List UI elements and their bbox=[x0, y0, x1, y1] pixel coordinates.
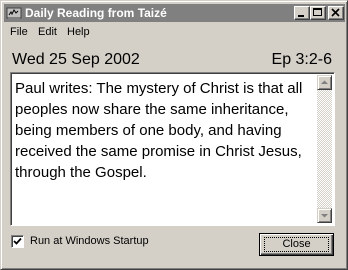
close-window-button[interactable] bbox=[328, 6, 344, 20]
vertical-scrollbar[interactable] bbox=[317, 75, 332, 223]
menu-help[interactable]: Help bbox=[67, 26, 90, 38]
menu-bar: File Edit Help bbox=[4, 23, 345, 41]
app-icon[interactable] bbox=[6, 5, 22, 21]
title-bar[interactable]: Daily Reading from Taizé bbox=[4, 4, 345, 22]
arrow-up-icon bbox=[321, 80, 328, 84]
minimize-icon bbox=[298, 15, 304, 17]
scroll-up-button[interactable] bbox=[317, 75, 332, 90]
menu-file[interactable]: File bbox=[10, 26, 28, 38]
app-window: Daily Reading from Taizé File Edit Help … bbox=[0, 0, 348, 270]
arrow-down-icon bbox=[321, 214, 328, 218]
close-button-label: Close bbox=[282, 238, 311, 250]
reading-date: Wed 25 Sep 2002 bbox=[12, 51, 140, 68]
maximize-button[interactable] bbox=[310, 6, 326, 20]
minimize-button[interactable] bbox=[294, 6, 310, 20]
reading-text: Paul writes: The mystery of Christ is th… bbox=[15, 80, 303, 181]
close-button[interactable]: Close bbox=[259, 233, 334, 256]
close-x-icon bbox=[331, 8, 340, 17]
menu-edit[interactable]: Edit bbox=[38, 26, 57, 38]
window-title: Daily Reading from Taizé bbox=[25, 6, 167, 20]
checkmark-icon bbox=[13, 237, 22, 245]
startup-label[interactable]: Run at Windows Startup bbox=[30, 235, 149, 248]
reading-textbox[interactable]: Paul writes: The mystery of Christ is th… bbox=[10, 72, 335, 226]
startup-checkbox[interactable] bbox=[11, 235, 24, 248]
scripture-reference: Ep 3:2-6 bbox=[271, 51, 332, 68]
scroll-down-button[interactable] bbox=[317, 208, 332, 223]
maximize-icon bbox=[313, 8, 322, 16]
